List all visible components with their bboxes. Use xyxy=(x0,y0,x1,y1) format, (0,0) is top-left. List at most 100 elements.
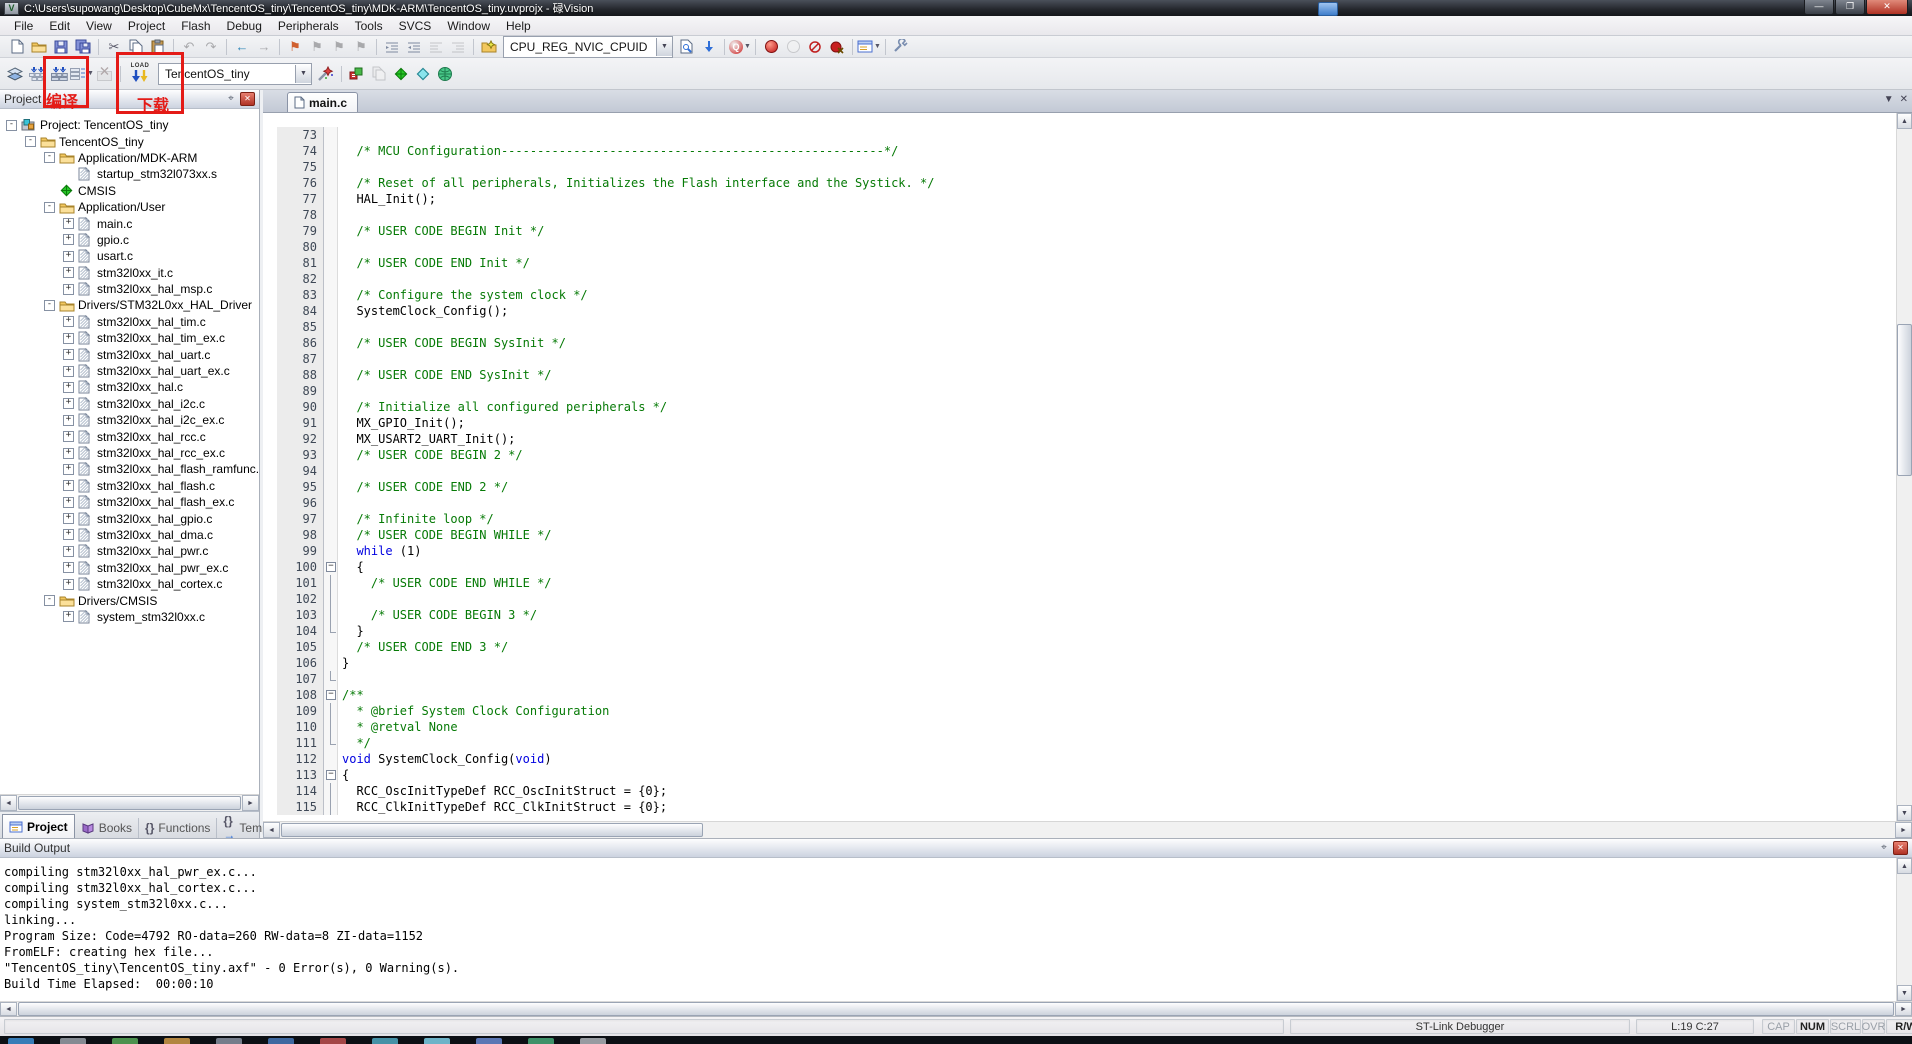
code-line[interactable]: 93 /* USER CODE BEGIN 2 */ xyxy=(263,447,1896,463)
workspace-tab-project[interactable]: Project xyxy=(2,814,75,838)
tree-item[interactable]: -TencentOS_tiny xyxy=(0,133,259,149)
tree-expand-icon[interactable]: + xyxy=(63,251,74,262)
code-line[interactable]: 94 xyxy=(263,463,1896,479)
minimize-button[interactable]: — xyxy=(1804,0,1834,15)
scroll-down-icon[interactable]: ▼ xyxy=(1897,805,1912,821)
browse-symbols-icon[interactable] xyxy=(478,37,500,57)
scroll-right-icon[interactable]: ► xyxy=(242,795,259,811)
code-line[interactable]: 76 /* Reset of all peripherals, Initiali… xyxy=(263,175,1896,191)
save-icon[interactable] xyxy=(50,37,72,57)
code-line[interactable]: 113{ xyxy=(263,767,1896,783)
navigate-forward-icon[interactable]: → xyxy=(253,37,275,57)
editor-hscrollbar[interactable]: ◄ ► xyxy=(263,821,1912,838)
debug-windows-icon[interactable]: ▼ xyxy=(857,37,881,57)
pin-icon[interactable]: ⌖ xyxy=(225,93,237,105)
code-line[interactable]: 109 * @brief System Clock Configuration xyxy=(263,703,1896,719)
code-line[interactable]: 84 SystemClock_Config(); xyxy=(263,303,1896,319)
tree-expand-icon[interactable]: + xyxy=(63,267,74,278)
code-line[interactable]: 87 xyxy=(263,351,1896,367)
tree-collapse-icon[interactable]: - xyxy=(44,152,55,163)
taskbar-app-icon[interactable] xyxy=(528,1038,554,1044)
register-combo[interactable]: CPU_REG_NVIC_CPUID ▼ xyxy=(503,36,673,58)
menu-svcs[interactable]: SVCS xyxy=(391,17,440,35)
build-output-close-icon[interactable]: ✕ xyxy=(1893,841,1908,855)
code-line[interactable]: 102 xyxy=(263,591,1896,607)
code-line[interactable]: 88 /* USER CODE END SysInit */ xyxy=(263,367,1896,383)
tree-expand-icon[interactable]: + xyxy=(63,218,74,229)
code-line[interactable]: 80 xyxy=(263,239,1896,255)
menu-edit[interactable]: Edit xyxy=(41,17,78,35)
tree-item[interactable]: startup_stm32l073xx.s xyxy=(0,166,259,182)
maximize-button[interactable]: ❐ xyxy=(1835,0,1865,15)
manage-rte-icon[interactable] xyxy=(390,64,412,84)
tree-item[interactable]: +stm32l0xx_hal_dma.c xyxy=(0,527,259,543)
tree-expand-icon[interactable]: + xyxy=(63,398,74,409)
tree-expand-icon[interactable]: + xyxy=(63,464,74,475)
build-output-hscrollbar[interactable]: ◄ ► xyxy=(0,1001,1912,1016)
taskbar-app-icon[interactable] xyxy=(320,1038,346,1044)
tree-collapse-icon[interactable]: - xyxy=(25,136,36,147)
tree-expand-icon[interactable]: + xyxy=(63,284,74,295)
scroll-up-icon[interactable]: ▲ xyxy=(1897,858,1912,874)
project-tree-hscrollbar[interactable]: ◄ ► xyxy=(0,794,259,811)
fold-margin[interactable] xyxy=(324,559,338,575)
tree-expand-icon[interactable]: + xyxy=(63,333,74,344)
menu-help[interactable]: Help xyxy=(498,17,539,35)
breakpoint-kill-all-icon[interactable] xyxy=(826,37,848,57)
code-line[interactable]: 101 /* USER CODE END WHILE */ xyxy=(263,575,1896,591)
code-line[interactable]: 108/** xyxy=(263,687,1896,703)
hscroll-thumb[interactable] xyxy=(18,796,241,810)
taskbar-app-icon[interactable] xyxy=(60,1038,86,1044)
find-icon[interactable] xyxy=(698,37,720,57)
menu-window[interactable]: Window xyxy=(439,17,498,35)
taskbar-app-icon[interactable] xyxy=(164,1038,190,1044)
tree-expand-icon[interactable]: + xyxy=(63,382,74,393)
pack-unpack-icon[interactable] xyxy=(434,64,456,84)
code-line[interactable]: 115 RCC_ClkInitTypeDef RCC_ClkInitStruct… xyxy=(263,799,1896,815)
tab-close-icon[interactable]: ✕ xyxy=(1900,94,1908,105)
debug-windows-dropdown-icon[interactable]: ▼ xyxy=(874,43,881,50)
tree-collapse-icon[interactable]: - xyxy=(6,120,17,131)
tree-item[interactable]: +stm32l0xx_hal_msp.c xyxy=(0,281,259,297)
code-line[interactable]: 100 { xyxy=(263,559,1896,575)
code-line[interactable]: 83 /* Configure the system clock */ xyxy=(263,287,1896,303)
code-editor[interactable]: 7374 /* MCU Configuration---------------… xyxy=(263,113,1896,821)
translate-file-icon[interactable] xyxy=(4,64,26,84)
scroll-left-icon[interactable]: ◄ xyxy=(0,1002,17,1016)
menu-file[interactable]: File xyxy=(6,17,41,35)
open-file-icon[interactable] xyxy=(28,37,50,57)
tree-expand-icon[interactable]: + xyxy=(63,579,74,590)
tree-item[interactable]: +stm32l0xx_it.c xyxy=(0,265,259,281)
fold-margin[interactable] xyxy=(324,767,338,783)
outdent-icon[interactable] xyxy=(403,37,425,57)
windows-taskbar[interactable] xyxy=(0,1036,1912,1044)
code-line[interactable]: 77 HAL_Init(); xyxy=(263,191,1896,207)
tree-item[interactable]: +stm32l0xx_hal_rcc.c xyxy=(0,428,259,444)
scroll-right-icon[interactable]: ► xyxy=(1895,1002,1912,1016)
find-in-files-icon[interactable] xyxy=(676,37,698,57)
save-all-icon[interactable] xyxy=(72,37,94,57)
workspace-tab-functions[interactable]: {}Functions xyxy=(139,818,217,838)
tree-expand-icon[interactable]: + xyxy=(63,415,74,426)
breakpoint-disable-all-icon[interactable] xyxy=(804,37,826,57)
workspace-tab-books[interactable]: Books xyxy=(75,818,139,838)
scroll-left-icon[interactable]: ◄ xyxy=(263,822,280,838)
configure-wrench-icon[interactable] xyxy=(890,37,912,57)
tree-item[interactable]: +main.c xyxy=(0,215,259,231)
menu-peripherals[interactable]: Peripherals xyxy=(270,17,347,35)
bookmark-prev-icon[interactable]: ⚑ xyxy=(306,37,328,57)
tree-item[interactable]: -Drivers/STM32L0xx_HAL_Driver xyxy=(0,297,259,313)
bookmark-next-icon[interactable]: ⚑ xyxy=(328,37,350,57)
tree-item[interactable]: +stm32l0xx_hal_flash_ex.c xyxy=(0,494,259,510)
tree-expand-icon[interactable]: + xyxy=(63,349,74,360)
tree-item[interactable]: -Application/MDK-ARM xyxy=(0,150,259,166)
tree-item[interactable]: CMSIS xyxy=(0,183,259,199)
new-file-icon[interactable] xyxy=(6,37,28,57)
tree-item[interactable]: +stm32l0xx_hal_tim_ex.c xyxy=(0,330,259,346)
code-line[interactable]: 81 /* USER CODE END Init */ xyxy=(263,255,1896,271)
tree-expand-icon[interactable]: + xyxy=(63,366,74,377)
editor-vscrollbar[interactable]: ▲ ▼ xyxy=(1896,113,1912,821)
code-line[interactable]: 105 /* USER CODE END 3 */ xyxy=(263,639,1896,655)
tree-item[interactable]: +stm32l0xx_hal_uart.c xyxy=(0,346,259,362)
register-combo-dropdown-icon[interactable]: ▼ xyxy=(656,38,672,56)
